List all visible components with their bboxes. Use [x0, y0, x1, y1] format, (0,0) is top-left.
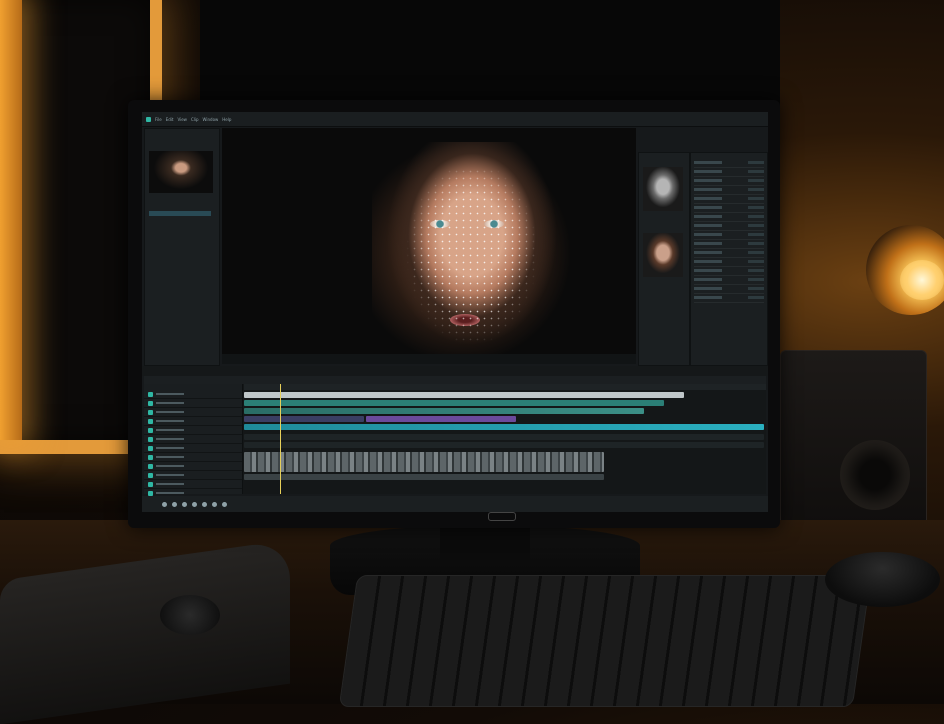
track-header[interactable] [144, 480, 242, 489]
empty-track[interactable] [244, 434, 764, 440]
transport-toolbar[interactable] [142, 366, 768, 376]
scene: File Edit View Clip Window Help [0, 0, 944, 724]
track-header[interactable] [144, 444, 242, 453]
property-row[interactable] [694, 161, 764, 168]
keyboard [338, 575, 872, 707]
properties-panel [690, 152, 768, 366]
jog-wheel [160, 595, 220, 635]
property-row[interactable] [694, 287, 764, 294]
menu-item-view[interactable]: View [177, 117, 187, 122]
property-row[interactable] [694, 278, 764, 285]
taskbar-icon[interactable] [202, 501, 207, 507]
menu-bar: File Edit View Clip Window Help [142, 112, 768, 127]
track-header[interactable] [144, 462, 242, 471]
property-row[interactable] [694, 215, 764, 222]
track-header[interactable] [144, 399, 242, 408]
reference-face-photo[interactable] [643, 233, 683, 277]
timeline-tabs[interactable] [144, 376, 766, 384]
track-header[interactable] [144, 390, 242, 399]
video-clip[interactable] [244, 400, 664, 406]
taskbar [142, 496, 768, 512]
reference-faces-panel [638, 152, 690, 366]
property-row[interactable] [694, 296, 764, 303]
property-row[interactable] [694, 206, 764, 213]
audio-clip[interactable] [244, 408, 644, 414]
track-header[interactable] [144, 426, 242, 435]
menu-item-edit[interactable]: Edit [166, 117, 174, 122]
app-icon [146, 116, 151, 122]
track-header[interactable] [144, 435, 242, 444]
menu-item-help[interactable]: Help [222, 117, 231, 122]
face-tracking-mesh [397, 168, 547, 358]
taskbar-icon[interactable] [172, 501, 177, 507]
program-viewer[interactable] [222, 128, 636, 364]
video-clip[interactable] [244, 474, 604, 480]
bin-folder-selected[interactable] [149, 211, 211, 216]
taskbar-icon[interactable] [212, 501, 217, 507]
playhead[interactable] [280, 384, 281, 494]
menu-item-file[interactable]: File [155, 117, 162, 122]
property-row[interactable] [694, 224, 764, 231]
property-row[interactable] [694, 197, 764, 204]
property-row[interactable] [694, 269, 764, 276]
media-bin-panel [144, 128, 220, 366]
time-ruler[interactable] [244, 384, 766, 390]
property-row[interactable] [694, 242, 764, 249]
clip-thumbnail[interactable] [149, 151, 213, 193]
mouse [825, 552, 940, 607]
reference-face-3d[interactable] [643, 167, 683, 211]
audio-clip[interactable] [244, 424, 764, 430]
audio-clip[interactable] [244, 416, 364, 422]
menu-item-clip[interactable]: Clip [191, 117, 199, 122]
video-clip-thumbnails[interactable] [244, 452, 604, 472]
speaker-cone [840, 440, 910, 510]
lamp-bulb [900, 260, 944, 300]
editor-screen: File Edit View Clip Window Help [142, 112, 768, 512]
video-clip[interactable] [244, 392, 684, 398]
track-header[interactable] [144, 408, 242, 417]
property-row[interactable] [694, 179, 764, 186]
property-row[interactable] [694, 251, 764, 258]
taskbar-icon[interactable] [192, 501, 197, 507]
monitor-logo [488, 512, 516, 521]
taskbar-icon[interactable] [182, 501, 187, 507]
taskbar-icon[interactable] [222, 501, 227, 507]
ambient-light-strip [0, 0, 22, 440]
taskbar-icon[interactable] [162, 501, 167, 507]
menu-item-window[interactable]: Window [203, 117, 219, 122]
audio-clip[interactable] [366, 416, 516, 422]
track-header[interactable] [144, 471, 242, 480]
panel-title [145, 129, 219, 133]
empty-track[interactable] [244, 442, 764, 448]
viewer-controls[interactable] [222, 354, 636, 364]
track-header[interactable] [144, 453, 242, 462]
track-header[interactable] [144, 417, 242, 426]
timeline[interactable] [144, 384, 766, 498]
property-row[interactable] [694, 170, 764, 177]
track-headers [144, 384, 243, 498]
property-row[interactable] [694, 260, 764, 267]
property-row[interactable] [694, 233, 764, 240]
property-row[interactable] [694, 188, 764, 195]
